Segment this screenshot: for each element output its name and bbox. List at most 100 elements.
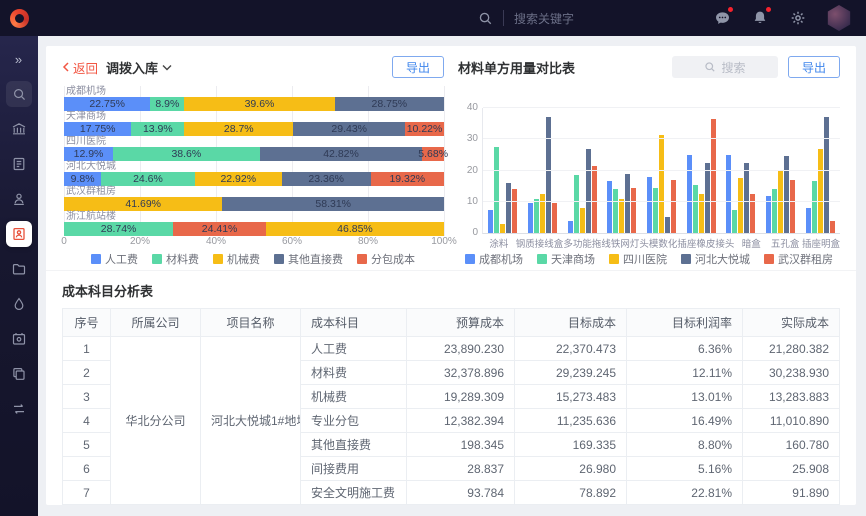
bar-segment[interactable]: 17.75% (64, 122, 131, 136)
bar[interactable] (619, 199, 624, 233)
bar[interactable] (744, 163, 749, 233)
bar-segment[interactable]: 8.9% (150, 97, 184, 111)
bar-segment[interactable]: 19.32% (371, 172, 444, 186)
bar-segment[interactable]: 12.9% (64, 147, 113, 161)
bar-segment[interactable]: 28.74% (64, 222, 173, 236)
bar[interactable] (586, 149, 591, 233)
export-button[interactable]: 导出 (392, 56, 444, 78)
legend-item[interactable]: 分包成本 (357, 251, 415, 267)
sidebar-item-documents[interactable] (6, 151, 32, 177)
notifications-button[interactable] (750, 8, 770, 28)
user-avatar[interactable] (826, 5, 852, 31)
bar[interactable] (665, 217, 670, 233)
bar[interactable] (812, 181, 817, 233)
bar[interactable] (574, 175, 579, 233)
bar[interactable] (613, 189, 618, 233)
bar-segment[interactable]: 5.68% (422, 147, 444, 161)
message-icon (714, 10, 731, 27)
bar[interactable] (778, 171, 783, 234)
bar-segment[interactable]: 41.69% (64, 197, 222, 211)
bar[interactable] (806, 208, 811, 233)
bar[interactable] (625, 174, 630, 233)
bar-segment[interactable]: 23.36% (282, 172, 371, 186)
messages-button[interactable] (712, 8, 732, 28)
bar[interactable] (528, 203, 533, 233)
bar[interactable] (830, 221, 835, 234)
sidebar-item-transfer[interactable] (6, 396, 32, 422)
bar[interactable] (494, 147, 499, 233)
bar-segment[interactable]: 29.43% (293, 122, 405, 136)
bar[interactable] (653, 188, 658, 233)
bar[interactable] (659, 135, 664, 233)
export-button[interactable]: 导出 (788, 56, 840, 78)
sidebar-item-copies[interactable] (6, 361, 32, 387)
bar-segment[interactable]: 13.9% (131, 122, 184, 136)
sidebar-item-company[interactable] (6, 116, 32, 142)
bar[interactable] (488, 210, 493, 233)
bar-segment[interactable]: 24.41% (173, 222, 266, 236)
bar[interactable] (500, 224, 505, 233)
bar[interactable] (580, 208, 585, 233)
sidebar-item-devices[interactable] (6, 326, 32, 352)
legend-item[interactable]: 武汉群租房 (764, 251, 833, 267)
bar[interactable] (693, 185, 698, 233)
bar-segment[interactable]: 10.22% (405, 122, 444, 136)
bar-segment[interactable]: 9.8% (64, 172, 101, 186)
bar[interactable] (607, 181, 612, 233)
bar[interactable] (790, 180, 795, 233)
bar[interactable] (726, 155, 731, 233)
bar[interactable] (705, 163, 710, 233)
sidebar-item-materials[interactable] (6, 221, 32, 247)
bar-segment[interactable]: 42.82% (260, 147, 423, 161)
legend-item[interactable]: 人工费 (91, 251, 138, 267)
bar[interactable] (818, 149, 823, 233)
bar-segment[interactable]: 24.6% (101, 172, 194, 186)
chart-search-input[interactable]: 搜索 (672, 56, 778, 78)
bar[interactable] (534, 199, 539, 233)
bar[interactable] (592, 166, 597, 233)
legend-item[interactable]: 河北大悦城 (681, 251, 750, 267)
bar[interactable] (506, 183, 511, 233)
legend-item[interactable]: 机械费 (213, 251, 260, 267)
legend-item[interactable]: 其他直接费 (274, 251, 343, 267)
bar-segment[interactable]: 28.75% (335, 97, 444, 111)
bar[interactable] (568, 221, 573, 234)
bar[interactable] (671, 180, 676, 233)
sidebar-collapse-icon[interactable]: » (6, 46, 32, 72)
bar[interactable] (631, 188, 636, 233)
table-row[interactable]: 1华北分公司河北大悦城1#地块项目人工费23,890.23022,370.473… (63, 337, 840, 361)
bar[interactable] (647, 177, 652, 233)
sidebar-item-files[interactable] (6, 256, 32, 282)
stacked-bar-row: 天津商场17.75%13.9%28.7%29.43%10.22% (64, 111, 444, 136)
bar[interactable] (687, 155, 692, 233)
bar-segment[interactable]: 22.75% (64, 97, 150, 111)
bar[interactable] (711, 119, 716, 233)
bar-segment[interactable]: 39.6% (184, 97, 334, 111)
bar[interactable] (546, 117, 551, 233)
bar[interactable] (784, 156, 789, 233)
bar[interactable] (732, 210, 737, 233)
sidebar-item-approvals[interactable] (6, 186, 32, 212)
legend-item[interactable]: 材料费 (152, 251, 199, 267)
sidebar-item-search[interactable] (6, 81, 32, 107)
panel-title-dropdown[interactable]: 调拨入库 (106, 58, 172, 77)
bar[interactable] (552, 203, 557, 233)
app-logo[interactable] (0, 0, 38, 36)
legend-item[interactable]: 四川医院 (609, 251, 667, 267)
bar-segment[interactable]: 22.92% (195, 172, 282, 186)
bar[interactable] (772, 189, 777, 233)
settings-button[interactable] (788, 8, 808, 28)
bar[interactable] (512, 189, 517, 233)
sidebar-item-resources[interactable] (6, 291, 32, 317)
global-search-placeholder[interactable]: 搜索关键字 (514, 10, 634, 27)
bar-segment[interactable]: 38.6% (113, 147, 260, 161)
global-search[interactable]: 搜索关键字 (478, 10, 634, 27)
bar-segment[interactable]: 58.31% (222, 197, 444, 211)
bar-segment[interactable]: 46.85% (266, 222, 444, 236)
bar[interactable] (824, 117, 829, 233)
legend-item[interactable]: 天津商场 (537, 251, 595, 267)
bar[interactable] (738, 178, 743, 233)
bar-segment[interactable]: 28.7% (184, 122, 293, 136)
back-button[interactable]: 返回 (62, 58, 98, 77)
legend-item[interactable]: 成都机场 (465, 251, 523, 267)
